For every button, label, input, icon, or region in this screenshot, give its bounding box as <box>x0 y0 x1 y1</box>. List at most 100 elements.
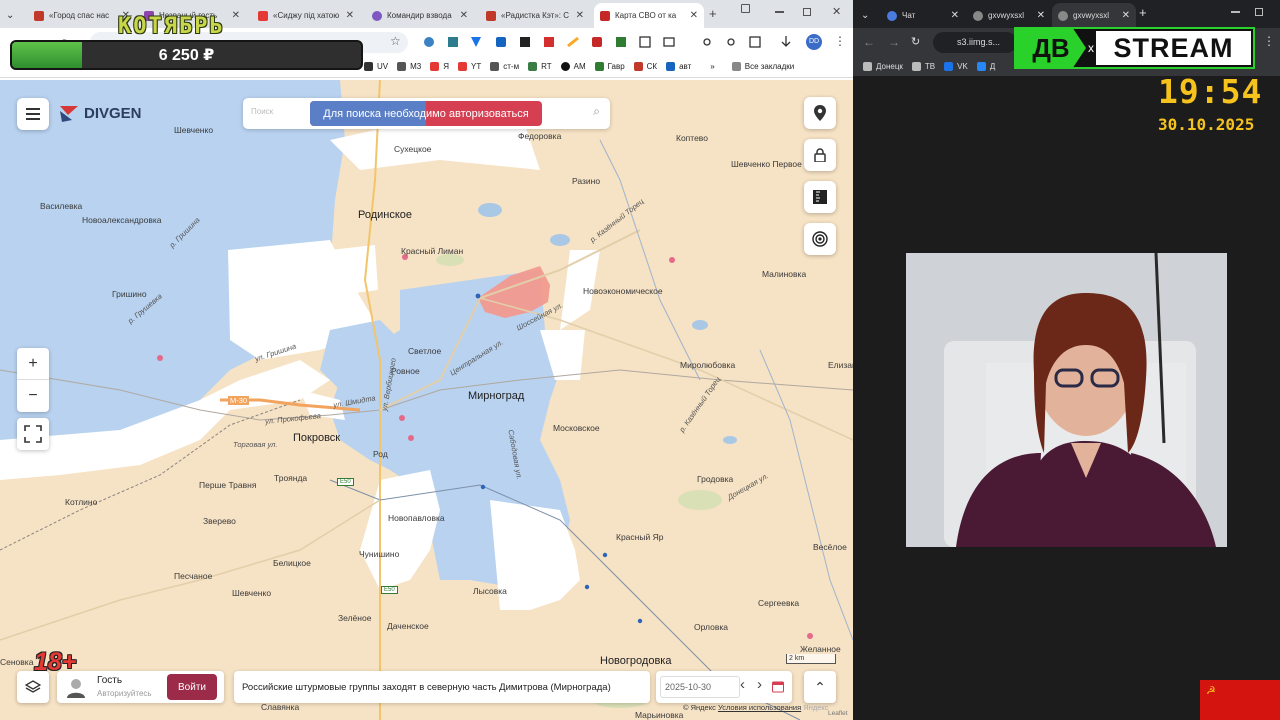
new-tab-button[interactable]: + <box>709 6 717 21</box>
minimize-icon[interactable] <box>1231 11 1240 13</box>
map-label: Род <box>373 449 388 459</box>
bookmark-item[interactable]: авт <box>666 62 691 71</box>
bookmark-favicon <box>633 62 643 71</box>
bookmark-item[interactable]: VK <box>944 61 968 71</box>
folder-icon <box>863 61 872 71</box>
reload-icon[interactable]: ↻ <box>911 35 920 48</box>
left-browser-window: ⌄ «Город спас нас ✕ Незваный гость ✕ «Сидж… <box>0 0 853 720</box>
bookmark-item[interactable]: Д <box>976 61 995 71</box>
age-rating-badge: 18+ <box>34 648 77 676</box>
lock-button[interactable] <box>804 139 836 171</box>
zoom-in-button[interactable]: + <box>17 348 49 380</box>
map-label: Торговая ул. <box>233 440 278 449</box>
map-label: Гродовка <box>697 474 734 484</box>
tab-label: Чат <box>902 11 916 20</box>
close-window-icon[interactable]: ✕ <box>832 5 841 18</box>
map-pin-icon <box>814 105 826 121</box>
bookmark-item[interactable]: СК <box>633 62 657 71</box>
map-label: Сеновка <box>0 657 34 667</box>
zoom-out-button[interactable]: − <box>17 380 49 412</box>
calendar-icon[interactable] <box>772 680 784 693</box>
tab-item[interactable]: Чат ✕ <box>881 3 965 28</box>
tab-favicon <box>600 10 610 21</box>
tab-close-icon[interactable]: ✕ <box>686 10 698 21</box>
location-button[interactable] <box>804 97 836 129</box>
tab-close-icon[interactable]: ✕ <box>228 10 240 21</box>
target-button[interactable] <box>804 223 836 255</box>
date-input[interactable]: 2025-10-30 <box>660 676 740 698</box>
search-icon[interactable]: ⌕ <box>593 104 600 119</box>
login-button[interactable]: Войти <box>167 674 217 700</box>
tab-item-active[interactable]: Карта СВО от ка ✕ <box>594 3 704 28</box>
bookmark-item[interactable]: ст-м <box>490 62 519 71</box>
bookmark-favicon <box>560 62 570 71</box>
tab-close-icon[interactable]: ✕ <box>1118 10 1130 21</box>
tab-search-icon[interactable] <box>741 4 750 13</box>
stream-logo-left: ДВ <box>1016 29 1086 67</box>
tab-search-button[interactable]: ⌄ <box>855 3 881 28</box>
map-label: Светлое <box>408 346 442 356</box>
tab-close-icon[interactable]: ✕ <box>342 10 354 21</box>
video-feed[interactable] <box>906 253 1227 547</box>
fullscreen-button[interactable] <box>17 418 49 450</box>
bookmark-label: YT <box>471 62 482 71</box>
bookmark-favicon <box>528 62 538 71</box>
map-viewport[interactable]: Шевченко Сухецкое Федоровка Коптево Шевч… <box>0 80 853 720</box>
tab-close-icon[interactable]: ✕ <box>572 10 584 21</box>
collapse-button[interactable]: ⌃ <box>804 671 836 703</box>
extensions-icons[interactable] <box>420 35 800 49</box>
tab-close-icon[interactable]: ✕ <box>947 10 959 21</box>
tab-item[interactable]: «Сиджу під хатою ✕ <box>252 3 360 28</box>
all-bookmarks[interactable]: Все закладки <box>731 62 795 71</box>
bookmarks-overflow[interactable]: » <box>710 62 714 71</box>
tab-item[interactable]: «Радистка Кэт»: С ✕ <box>480 3 590 28</box>
donation-progress-bar: 6 250 ₽ <box>10 40 363 70</box>
leaflet-link[interactable]: Leaflet <box>828 710 848 717</box>
layers-icon <box>25 680 41 693</box>
menu-kebab-icon[interactable]: ⋮ <box>1263 34 1275 48</box>
maximize-icon[interactable] <box>803 8 811 16</box>
map-label: Сухецкое <box>394 144 432 154</box>
bookmark-item[interactable]: М3 <box>397 62 421 71</box>
tab-close-icon[interactable]: ✕ <box>1033 10 1045 21</box>
tab-item[interactable]: Командир взвода ✕ <box>366 3 474 28</box>
bookmark-item[interactable]: YT <box>458 62 481 71</box>
user-avatar-icon <box>67 679 85 698</box>
map-label: Троянда <box>274 473 308 483</box>
bookmark-item[interactable]: Я <box>430 62 449 71</box>
tab-search-button[interactable]: ⌄ <box>0 3 26 28</box>
bookmark-item[interactable]: RT <box>528 62 552 71</box>
tab-item[interactable]: gxvwyxsxl ✕ <box>967 3 1051 28</box>
new-tab-button[interactable]: + <box>1139 5 1147 20</box>
map-label: Малиновка <box>762 269 807 279</box>
bookmark-star-icon[interactable]: ☆ <box>390 34 401 48</box>
donation-amount: 6 250 ₽ <box>158 47 215 64</box>
bookmark-item[interactable]: АМ <box>560 62 586 71</box>
menu-kebab-icon[interactable]: ⋮ <box>834 34 846 48</box>
all-bookmarks-label: Все закладки <box>744 62 795 71</box>
terms-link[interactable]: Условия использования <box>718 703 801 712</box>
menu-button[interactable] <box>17 98 49 130</box>
fullscreen-icon <box>24 425 42 443</box>
bookmark-item[interactable]: ТВ <box>911 61 935 71</box>
back-icon[interactable]: ← <box>863 35 875 49</box>
forward-icon[interactable]: → <box>888 35 900 49</box>
prev-date-button[interactable]: ‹ <box>740 676 745 693</box>
tab-item-active[interactable]: gxvwyxsxl ✕ <box>1052 3 1136 28</box>
address-bar[interactable]: s3.iimg.s... <box>933 32 1017 53</box>
profile-avatar[interactable]: DD <box>806 34 822 50</box>
bookmark-favicon <box>430 62 440 71</box>
next-date-button[interactable]: › <box>757 676 762 693</box>
ruler-button[interactable] <box>804 181 836 213</box>
maximize-icon[interactable] <box>1255 8 1263 16</box>
minimize-icon[interactable] <box>775 11 784 13</box>
divgen-logo[interactable]: DIVGEN <box>58 102 142 124</box>
bookmark-item[interactable]: Донецк <box>863 61 903 71</box>
map-label: Котлино <box>65 497 98 507</box>
bookmark-item[interactable]: UV <box>364 62 388 71</box>
tab-close-icon[interactable]: ✕ <box>456 10 468 21</box>
map-label: Мирноград <box>468 390 525 402</box>
bookmark-item[interactable]: Гавр <box>594 62 625 71</box>
news-ticker[interactable]: Российские штурмовые группы заходят в се… <box>234 671 650 703</box>
user-status: Авторизуйтесь <box>97 689 152 698</box>
